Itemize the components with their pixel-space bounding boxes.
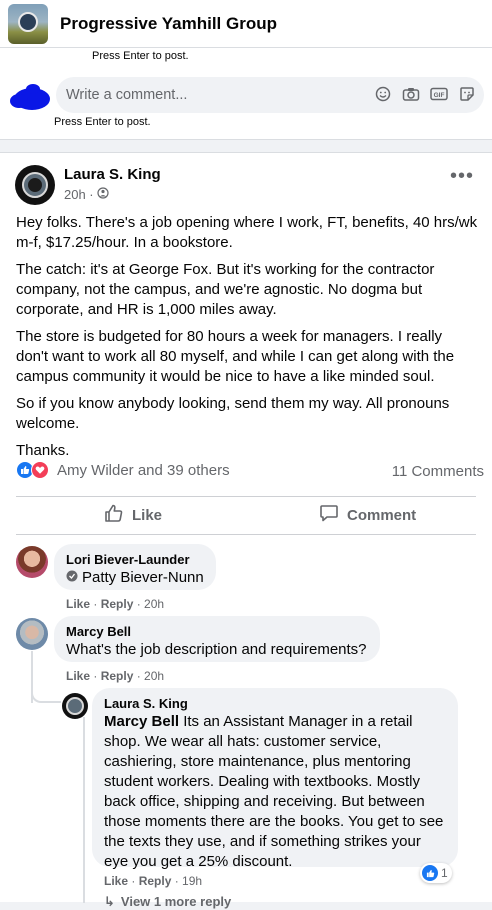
- thread-line: [83, 717, 85, 903]
- group-header: Progressive Yamhill Group: [0, 0, 492, 48]
- comment-actions: Like · Reply · 20h: [66, 597, 165, 611]
- post-time-text[interactable]: 20h ·: [64, 187, 94, 202]
- reply-reaction-count[interactable]: 1: [420, 863, 452, 883]
- divider: [16, 534, 476, 535]
- commenter-name[interactable]: Lori Biever-Launder: [66, 551, 204, 568]
- view-more-label: View 1 more reply: [120, 894, 232, 909]
- reply-text: Marcy Bell Its an Assistant Manager in a…: [104, 712, 446, 872]
- current-user-avatar: [10, 80, 52, 116]
- post-paragraph: Hey folks. There's a job opening where I…: [16, 214, 478, 251]
- badge-icon: [66, 568, 78, 588]
- author-avatar[interactable]: [15, 165, 55, 205]
- press-enter-hint: Press Enter to post.: [92, 50, 189, 62]
- comment-like-link[interactable]: Like: [66, 597, 90, 611]
- thread-connector: [31, 685, 61, 703]
- post-paragraph: The store is budgeted for 80 hours a wee…: [16, 328, 455, 385]
- group-icon: [97, 187, 109, 202]
- post-paragraph: The catch: it's at George Fox. But it's …: [16, 261, 435, 318]
- reactions-summary[interactable]: Amy Wilder and 39 others: [16, 461, 230, 479]
- like-reaction-icon: [422, 865, 438, 881]
- camera-icon[interactable]: [402, 85, 420, 103]
- smile-icon[interactable]: [374, 85, 392, 103]
- comment-label: Comment: [347, 506, 417, 524]
- mentioned-user[interactable]: Marcy Bell: [104, 713, 179, 730]
- gif-icon[interactable]: GIF: [430, 85, 448, 103]
- reply-actions: Like · Reply · 19h: [104, 874, 203, 888]
- reply-like-link[interactable]: Like: [104, 874, 128, 888]
- comment-bubble: Lori Biever-Launder Patty Biever-Nunn: [54, 544, 216, 590]
- commenter-avatar[interactable]: [16, 618, 48, 650]
- reaction-count-text: 1: [441, 866, 448, 880]
- commenter-avatar[interactable]: [16, 546, 48, 578]
- group-avatar[interactable]: [8, 3, 48, 44]
- group-title[interactable]: Progressive Yamhill Group: [60, 14, 277, 34]
- reply-author-name[interactable]: Laura S. King: [104, 695, 446, 712]
- reply-arrow-icon: ↳: [104, 894, 115, 909]
- reaction-names[interactable]: Amy Wilder and 39 others: [57, 462, 230, 479]
- reply-bubble: Laura S. King Marcy Bell Its an Assistan…: [92, 688, 458, 870]
- comment-button[interactable]: Comment: [319, 500, 416, 530]
- post-timestamp[interactable]: 20h ·: [64, 187, 109, 202]
- post-card: Laura S. King 20h · ••• Hey folks. There…: [0, 152, 492, 909]
- comment-text: What's the job description and requireme…: [66, 641, 367, 658]
- reply-time[interactable]: 19h: [182, 874, 202, 888]
- post-author[interactable]: Laura S. King: [64, 166, 161, 183]
- post-body: Hey folks. There's a job opening where I…: [16, 213, 478, 468]
- comment-reply-link[interactable]: Reply: [101, 669, 134, 683]
- svg-text:GIF: GIF: [434, 92, 445, 99]
- reply-body: Its an Assistant Manager in a retail sho…: [104, 713, 444, 870]
- divider: [16, 496, 476, 497]
- love-reaction-icon: [31, 461, 49, 479]
- comment-input[interactable]: [66, 87, 366, 103]
- tagged-user[interactable]: Patty Biever-Nunn: [82, 568, 204, 588]
- comment-bubble-icon: [319, 503, 339, 527]
- reply-reply-link[interactable]: Reply: [139, 874, 172, 888]
- comment-like-link[interactable]: Like: [66, 669, 90, 683]
- thumbs-up-icon: [104, 503, 124, 527]
- reply-author-avatar[interactable]: [62, 693, 88, 719]
- comment-time[interactable]: 20h: [144, 669, 164, 683]
- more-options-icon[interactable]: •••: [450, 166, 474, 186]
- like-button[interactable]: Like: [104, 500, 162, 530]
- view-more-replies[interactable]: ↳ View 1 more reply: [104, 894, 231, 910]
- comment-composer[interactable]: GIF: [56, 77, 484, 113]
- post-paragraph: So if you know anybody looking, send the…: [16, 395, 450, 432]
- comment-text: Patty Biever-Nunn: [66, 568, 204, 588]
- comment-actions: Like · Reply · 20h: [66, 669, 165, 683]
- like-label: Like: [132, 506, 163, 524]
- commenter-name[interactable]: Marcy Bell: [66, 623, 368, 640]
- comment-time[interactable]: 20h: [144, 597, 164, 611]
- comments-count[interactable]: 11 Comments: [392, 463, 484, 480]
- comment-reply-link[interactable]: Reply: [101, 597, 134, 611]
- press-enter-hint: Press Enter to post.: [54, 116, 151, 128]
- sticker-icon[interactable]: [458, 85, 476, 103]
- comment-bubble: Marcy Bell What's the job description an…: [54, 616, 380, 662]
- post-paragraph: Thanks.: [16, 442, 70, 459]
